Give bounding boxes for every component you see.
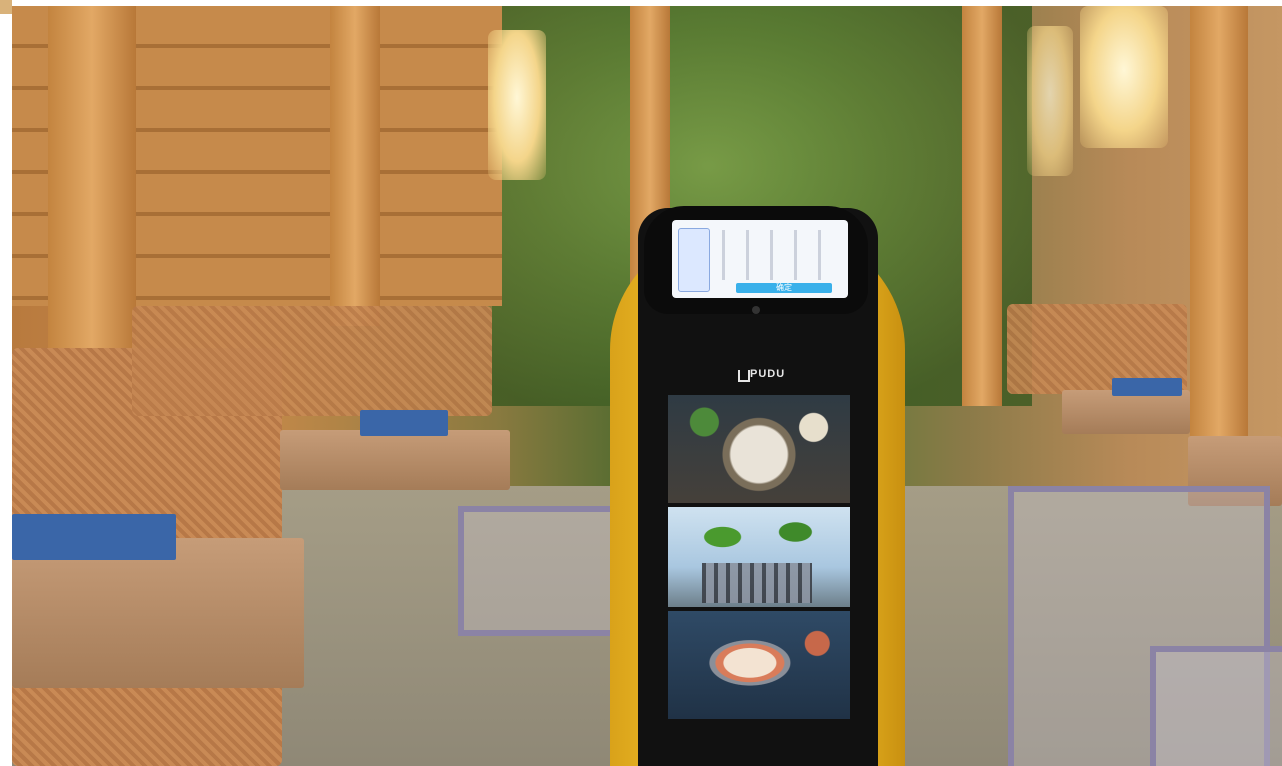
- table: [280, 430, 510, 490]
- camera-icon: [752, 306, 760, 314]
- wood-post: [330, 6, 380, 326]
- napkin-box: [360, 410, 448, 436]
- table-grid: [722, 230, 840, 280]
- wood-post: [48, 6, 136, 356]
- wood-post: [962, 6, 1002, 406]
- brand-logo-icon: [738, 370, 750, 382]
- lantern: [1080, 6, 1168, 148]
- lantern: [1027, 26, 1073, 176]
- phone-illustration: [678, 228, 710, 292]
- table-front-left: [12, 538, 304, 688]
- lantern: [488, 30, 546, 180]
- building-illustration: [702, 563, 812, 603]
- wood-post: [1190, 6, 1248, 436]
- display-panel-dishes: [668, 395, 850, 503]
- corner-tab: [0, 0, 12, 14]
- service-cart: [458, 506, 630, 636]
- napkin-box: [12, 514, 176, 560]
- display-panel-soup: [668, 611, 850, 719]
- brand-label: PUDU: [750, 368, 786, 380]
- robot-tablet-screen[interactable]: 确定: [672, 220, 848, 298]
- confirm-button[interactable]: 确定: [736, 283, 832, 293]
- napkin-box: [1112, 378, 1182, 396]
- service-cart: [1150, 646, 1282, 766]
- table: [1062, 390, 1190, 434]
- display-panel-exterior: [668, 507, 850, 607]
- bench: [132, 306, 492, 416]
